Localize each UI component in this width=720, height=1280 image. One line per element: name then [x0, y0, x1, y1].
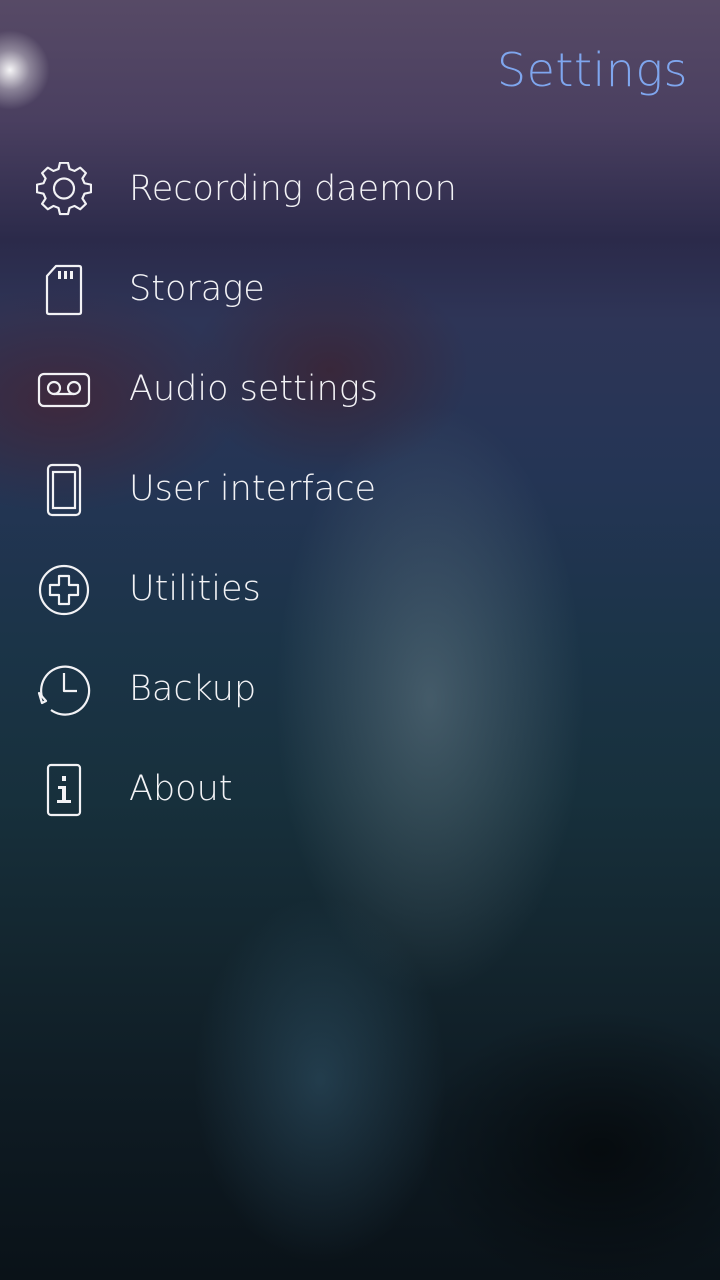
menu-item-label: Storage [129, 269, 265, 309]
menu-item-backup[interactable]: Backup [0, 640, 720, 740]
phone-icon [36, 463, 92, 517]
light-glare [0, 30, 50, 110]
sd-card-icon [36, 264, 92, 316]
menu-item-label: Backup [129, 669, 257, 709]
menu-item-recording-daemon[interactable]: Recording daemon [0, 140, 720, 240]
page-title: Settings [496, 43, 688, 97]
menu-item-audio-settings[interactable]: Audio settings [0, 340, 720, 440]
clock-icon [36, 664, 92, 716]
menu-item-storage[interactable]: Storage [0, 240, 720, 340]
menu-item-label: User interface [129, 469, 376, 509]
menu-item-label: About [129, 769, 233, 809]
menu-item-user-interface[interactable]: User interface [0, 440, 720, 540]
menu-item-label: Recording daemon [129, 169, 457, 209]
info-icon [36, 763, 92, 817]
menu-item-about[interactable]: About [0, 740, 720, 840]
plus-circle-icon [36, 564, 92, 616]
menu-item-label: Utilities [129, 569, 261, 609]
gear-icon [36, 162, 92, 216]
menu-item-utilities[interactable]: Utilities [0, 540, 720, 640]
menu-item-label: Audio settings [129, 369, 378, 409]
cassette-icon [36, 364, 92, 416]
settings-menu: Recording daemon Storage Audio settings … [0, 140, 720, 840]
